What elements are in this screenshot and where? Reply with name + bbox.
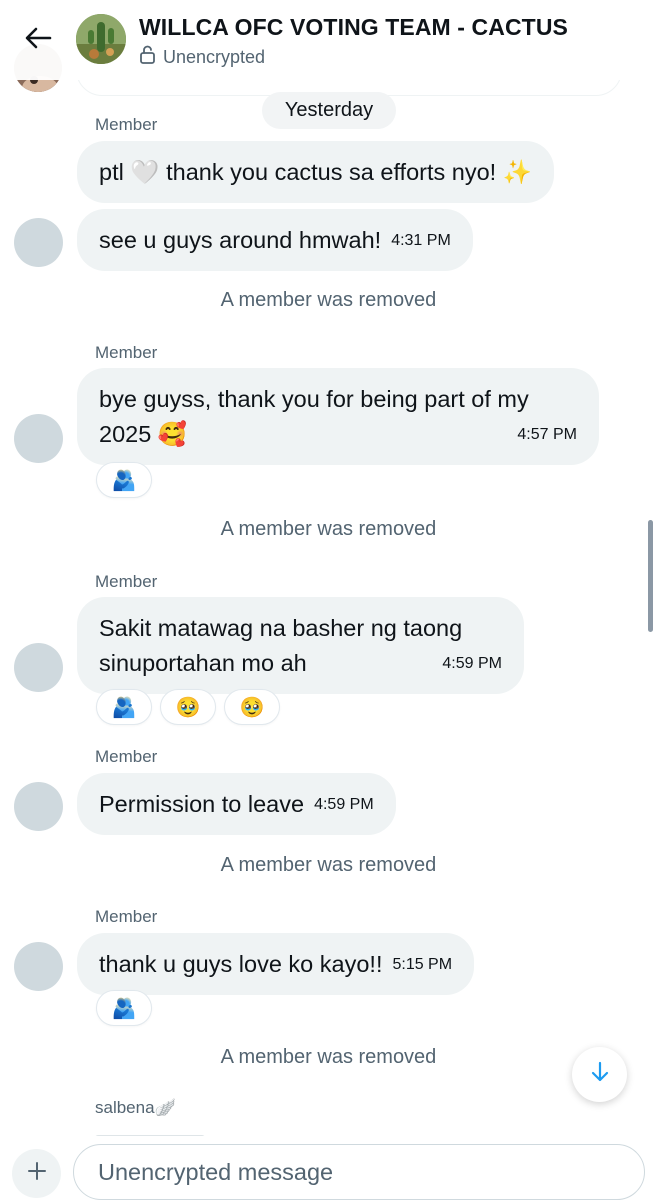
reaction[interactable]: 🥹 [224, 689, 280, 725]
sender-name: Member [95, 115, 158, 134]
message-time: 4:57 PM [517, 426, 577, 443]
avatar[interactable] [14, 942, 63, 991]
scrollbar[interactable] [648, 520, 653, 632]
message-text: Permission to leave [99, 790, 305, 817]
message-bubble[interactable]: see u guys around hmwah! 4:31 PM [77, 209, 473, 271]
message-time: 4:31 PM [391, 231, 451, 249]
message-text: see u guys around hmwah! [99, 226, 382, 253]
back-button[interactable] [18, 22, 58, 58]
reaction[interactable]: 🫂 [96, 462, 152, 498]
reaction[interactable]: 🥹 [160, 689, 216, 725]
chat-title[interactable]: WILLCA OFC VOTING TEAM - CACTUS [139, 14, 568, 41]
arrow-left-icon [24, 26, 52, 55]
avatar[interactable] [14, 782, 63, 831]
message-time: 4:59 PM [442, 655, 502, 672]
date-separator: Yesterday [262, 92, 396, 129]
message-text: ptl 🤍 thank you cactus sa efforts nyo! ✨ [99, 158, 532, 185]
sender-name: Member [95, 747, 158, 766]
reaction-emoji: 🫂 [111, 696, 137, 719]
chat-area: Yesterday Member ptl 🤍 thank you cactus … [0, 0, 657, 1140]
message-bubble[interactable]: Permission to leave 4:59 PM [77, 773, 396, 835]
system-message: A member was removed [220, 518, 437, 540]
add-attachment-button[interactable] [12, 1149, 61, 1198]
sender-name: Member [95, 343, 158, 362]
system-message: A member was removed [220, 1046, 437, 1068]
sender-name: Member [95, 572, 158, 591]
plus-icon [27, 1161, 47, 1186]
reaction-emoji: 🥹 [175, 696, 201, 719]
reaction[interactable]: 🫂 [96, 990, 152, 1026]
avatar[interactable] [14, 414, 63, 463]
message-time: 5:15 PM [392, 955, 453, 973]
encryption-label: Unencrypted [163, 46, 266, 67]
message-text: Sakit matawag na basher ng taong sinupor… [99, 615, 463, 676]
message-bubble[interactable]: bye guyss, thank you for being part of m… [77, 368, 599, 465]
message-bubble[interactable]: thank u guys love ko kayo!! 5:15 PM [77, 933, 475, 995]
system-message: A member was removed [220, 854, 437, 876]
system-message: A member was removed [220, 289, 437, 311]
message-preview-peek [95, 1128, 215, 1136]
avatar[interactable] [14, 218, 63, 267]
jump-to-latest-button[interactable] [572, 1047, 627, 1102]
arrow-down-icon [591, 1061, 609, 1088]
chat-header: WILLCA OFC VOTING TEAM - CACTUS Unencryp… [0, 0, 657, 80]
reaction[interactable]: 🫂 [96, 689, 152, 725]
group-avatar[interactable] [76, 14, 126, 64]
reaction-emoji: 🥹 [239, 696, 265, 719]
avatar[interactable] [14, 643, 63, 692]
unlock-icon [139, 45, 156, 69]
reaction-emoji: 🫂 [111, 997, 137, 1020]
message-text: thank u guys love ko kayo!! [99, 950, 383, 977]
reaction-emoji: 🫂 [111, 469, 137, 492]
message-bubble[interactable]: Sakit matawag na basher ng taong sinupor… [77, 597, 524, 694]
message-input[interactable] [73, 1144, 645, 1200]
message-composer [0, 1140, 657, 1200]
sender-name: salbena🪽 [95, 1098, 176, 1117]
message-time: 4:59 PM [314, 795, 374, 813]
encryption-status: Unencrypted [139, 45, 265, 69]
message-bubble[interactable]: ptl 🤍 thank you cactus sa efforts nyo! ✨ [77, 141, 554, 203]
message-text: bye guyss, thank you for being part of m… [99, 386, 529, 447]
sender-name: Member [95, 907, 158, 926]
